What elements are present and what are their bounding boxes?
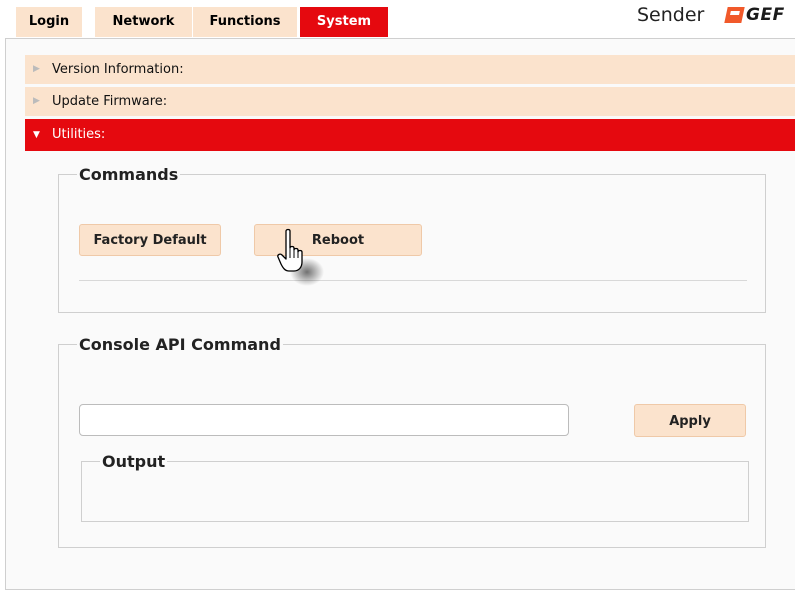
tab-network[interactable]: Network [95, 7, 192, 37]
factory-default-button[interactable]: Factory Default [79, 224, 221, 256]
caret-right-icon: ▶ [33, 96, 40, 106]
top-nav: Login Network Functions System Sender GE… [0, 0, 795, 37]
device-title: Sender [637, 4, 705, 26]
caret-down-icon: ▼ [33, 130, 40, 140]
apply-button[interactable]: Apply [634, 404, 746, 437]
system-panel: ▶ Version Information: ▶ Update Firmware… [5, 38, 795, 590]
commands-legend: Commands [79, 165, 179, 184]
accordion-label: Update Firmware: [52, 94, 168, 109]
console-command-input[interactable] [79, 404, 569, 436]
accordion-utilities[interactable]: ▼ Utilities: [25, 119, 795, 151]
tab-login[interactable]: Login [16, 7, 82, 37]
output-group: Output [81, 452, 749, 522]
commands-group: Commands Factory Default Reboot [58, 165, 766, 313]
accordion-version-information[interactable]: ▶ Version Information: [25, 55, 795, 84]
console-api-group: Console API Command Apply Output [58, 335, 766, 548]
tab-functions[interactable]: Functions [193, 7, 297, 37]
tab-system[interactable]: System [300, 7, 388, 37]
accordion-label: Utilities: [52, 127, 106, 142]
brand: Sender GEF [635, 3, 795, 27]
output-legend: Output [102, 452, 166, 471]
accordion-label: Version Information: [52, 62, 184, 77]
accordion-update-firmware[interactable]: ▶ Update Firmware: [25, 87, 795, 116]
divider [79, 280, 747, 281]
gefen-logo-icon [724, 7, 745, 23]
brand-logo-text: GEF [746, 5, 785, 25]
console-legend: Console API Command [79, 335, 281, 354]
hand-pointer-icon [277, 228, 324, 286]
caret-right-icon: ▶ [33, 64, 40, 74]
